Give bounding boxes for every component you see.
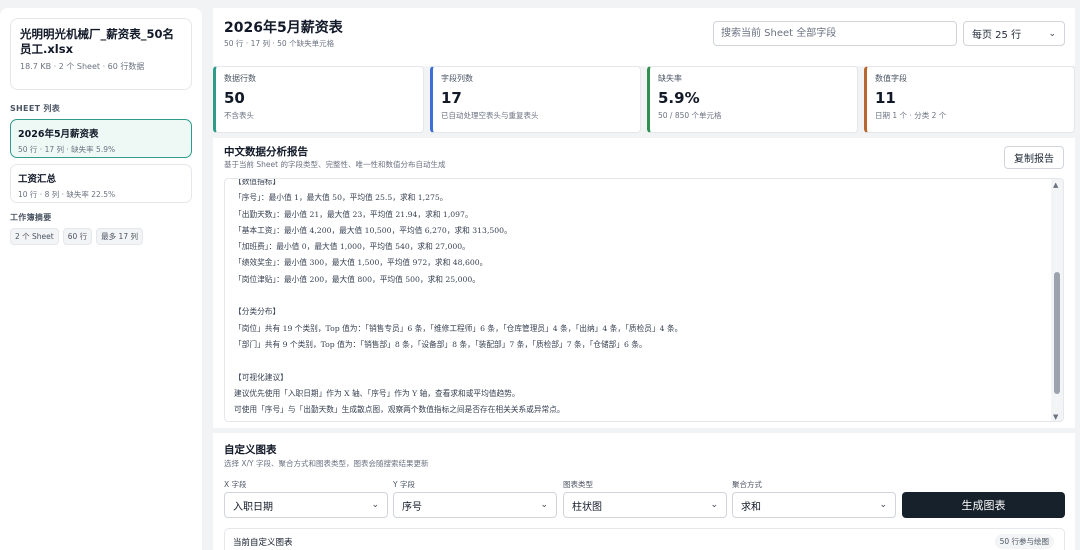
chip-sheet-count: 2 个 Sheet: [10, 228, 59, 245]
y-field-label: Y 字段: [393, 480, 415, 489]
report-line: 「岗位津贴」：最小值 200，最大值 800，平均值 500，求和 25,000…: [234, 274, 480, 284]
sheet-item-name: 工资汇总: [18, 174, 57, 185]
report-line: 「出勤天数」：最小值 21，最大值 23，平均值 21.94，求和 1,097。: [234, 209, 473, 219]
stat-label: 数据行数: [224, 74, 256, 83]
sheet-item-meta: 50 行 · 17 列 · 缺失率 5.9%: [18, 145, 116, 154]
scroll-up-icon[interactable]: ▲: [1053, 181, 1058, 189]
stat-value: 17: [441, 89, 462, 107]
report-line: 【可视化建议】: [234, 372, 288, 382]
report-line: 「序号」：最小值 1，最大值 50，平均值 25.5，求和 1,275。: [234, 193, 448, 203]
sheet-item-meta: 10 行 · 8 列 · 缺失率 22.5%: [18, 190, 116, 199]
sidebar: 光明明光机械厂_薪资表_50名员工.xlsx 18.7 KB · 2 个 She…: [0, 8, 202, 550]
aggregation-value: 求和: [741, 501, 761, 513]
aggregation-select[interactable]: 求和 ⌄: [732, 492, 896, 518]
stat-value: 5.9%: [658, 89, 700, 107]
stat-card-missing: 缺失率 5.9% 50 / 850 个单元格: [647, 66, 858, 133]
workbook-summary-title: 工作簿摘要: [10, 213, 52, 222]
sheet-item-salary-summary[interactable]: 工资汇总 10 行 · 8 列 · 缺失率 22.5%: [10, 164, 192, 203]
page-subtitle: 50 行 · 17 列 · 50 个缺失单元格: [224, 39, 335, 48]
current-chart-panel: 当前自定义图表 50 行参与绘图: [224, 528, 1065, 550]
sheet-item-name: 2026年5月薪资表: [18, 129, 99, 140]
stat-label: 缺失率: [658, 74, 682, 83]
sheet-list-title: SHEET 列表: [10, 104, 61, 113]
current-chart-title: 当前自定义图表: [233, 538, 293, 548]
chip-row-count: 60 行: [62, 228, 93, 245]
report-line: [234, 353, 1044, 369]
report-title: 中文数据分析报告: [224, 146, 308, 158]
chevron-down-icon: ⌄: [1048, 28, 1056, 39]
stat-card-numeric: 数值字段 11 日期 1 个 · 分类 2 个: [864, 66, 1075, 133]
report-line: 「绩效奖金」：最小值 300，最大值 1,500，平均值 972，求和 48,6…: [234, 258, 488, 268]
stat-cards: 数据行数 50 不含表头 字段列数 17 已自动处理空表头与重复表头 缺失率 5…: [213, 66, 1075, 133]
stat-card-rows: 数据行数 50 不含表头: [213, 66, 424, 133]
chevron-down-icon: ⌄: [371, 500, 379, 510]
stat-note: 日期 1 个 · 分类 2 个: [875, 111, 947, 120]
report-scrollbar[interactable]: ▲ ▼: [1051, 179, 1063, 421]
page-title: 2026年5月薪资表: [224, 20, 343, 36]
report-line: 「基本工资」：最小值 4,200，最大值 10,500，平均值 6,270，求和…: [234, 225, 512, 235]
y-field-value: 序号: [402, 501, 422, 513]
y-field-select[interactable]: 序号 ⌄: [393, 492, 557, 518]
chip-max-cols: 最多 17 列: [96, 228, 143, 245]
stat-note: 50 / 850 个单元格: [658, 111, 722, 120]
sheet-item-salary-may[interactable]: 2026年5月薪资表 50 行 · 17 列 · 缺失率 5.9%: [10, 119, 192, 158]
report-subtitle: 基于当前 Sheet 的字段类型、完整性、唯一性和数值分布自动生成: [224, 160, 446, 169]
chevron-down-icon: ⌄: [540, 500, 548, 510]
chart-type-label: 图表类型: [563, 480, 593, 489]
report-textbox[interactable]: 【数值指标】「序号」：最小值 1，最大值 50，平均值 25.5，求和 1,27…: [224, 178, 1064, 422]
chart-type-value: 柱状图: [572, 501, 602, 513]
report-line: 「部门」共有 9 个类别，Top 值为：「销售部」8 条，「设备部」8 条，「装…: [234, 339, 647, 349]
chart-builder: 自定义图表 选择 X/Y 字段、聚合方式和图表类型，图表会随搜索结果更新 X 字…: [213, 433, 1075, 550]
stat-value: 50: [224, 89, 245, 107]
summary-chips: 2 个 Sheet 60 行 最多 17 列: [10, 228, 192, 245]
header: 2026年5月薪资表 50 行 · 17 列 · 50 个缺失单元格 每页 25…: [213, 8, 1075, 66]
report-panel: 中文数据分析报告 基于当前 Sheet 的字段类型、完整性、唯一性和数值分布自动…: [213, 138, 1075, 428]
report-line: 「加班费」：最小值 0，最大值 1,000，平均值 540，求和 27,000。: [234, 242, 470, 252]
search-input[interactable]: [713, 21, 957, 46]
report-line: 可使用「序号」与「出勤天数」生成散点图，观察两个数值指标之间是否存在相关关系或异…: [234, 405, 565, 415]
chevron-down-icon: ⌄: [710, 500, 718, 510]
rows-plotted-badge: 50 行参与绘图: [994, 534, 1054, 549]
stat-note: 已自动处理空表头与重复表头: [441, 111, 539, 120]
copy-report-button[interactable]: 复制报告: [1004, 146, 1064, 169]
stat-value: 11: [875, 89, 896, 107]
builder-subtitle: 选择 X/Y 字段、聚合方式和图表类型，图表会随搜索结果更新: [224, 459, 429, 468]
chart-type-select[interactable]: 柱状图 ⌄: [563, 492, 727, 518]
x-field-label: X 字段: [224, 480, 247, 489]
stat-card-columns: 字段列数 17 已自动处理空表头与重复表头: [430, 66, 641, 133]
report-line: 【数值指标】: [234, 178, 281, 186]
file-card: 光明明光机械厂_薪资表_50名员工.xlsx 18.7 KB · 2 个 She…: [10, 18, 192, 90]
report-line: 【分类分布】: [234, 307, 281, 317]
x-field-value: 入职日期: [233, 501, 273, 513]
scroll-thumb[interactable]: [1054, 272, 1060, 394]
report-text: 【数值指标】「序号」：最小值 1，最大值 50，平均值 25.5，求和 1,27…: [234, 178, 1044, 418]
page-size-select[interactable]: 每页 25 行 ⌄: [963, 21, 1065, 46]
stat-label: 数值字段: [875, 74, 907, 83]
generate-chart-button[interactable]: 生成图表: [902, 492, 1065, 518]
file-meta: 18.7 KB · 2 个 Sheet · 60 行数据: [20, 62, 145, 71]
scroll-down-icon[interactable]: ▼: [1053, 413, 1058, 421]
x-field-select[interactable]: 入职日期 ⌄: [224, 492, 388, 518]
report-line: [234, 288, 1044, 304]
page-size-value: 每页 25 行: [972, 30, 1022, 41]
stat-label: 字段列数: [441, 74, 473, 83]
report-line: 建议优先使用「入职日期」作为 X 轴、「序号」作为 Y 轴，查看求和或平均值趋势…: [234, 388, 520, 398]
file-name: 光明明光机械厂_薪资表_50名员工.xlsx: [20, 27, 175, 56]
stat-note: 不含表头: [224, 111, 254, 120]
report-line: 「岗位」共有 19 个类别，Top 值为：「销售专员」6 条，「维修工程师」6 …: [234, 323, 683, 333]
builder-title: 自定义图表: [224, 444, 277, 456]
aggregation-label: 聚合方式: [732, 480, 762, 489]
chevron-down-icon: ⌄: [879, 500, 887, 510]
